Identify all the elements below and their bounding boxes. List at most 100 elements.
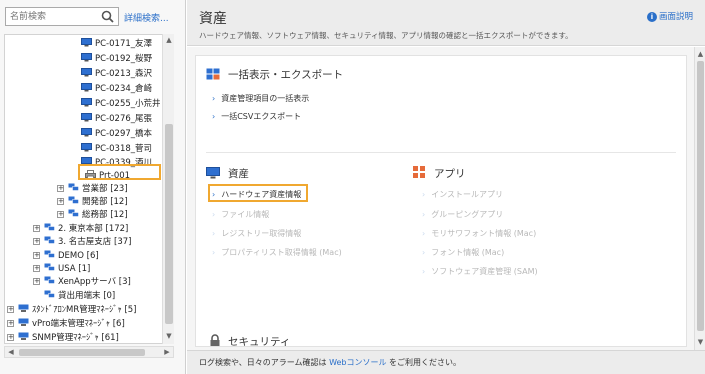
tree-node-label: PC-0255_小荒井 [95, 99, 161, 109]
lock-icon [210, 334, 220, 346]
link-grouping-apps[interactable]: › グルーピングアプリ [422, 209, 503, 220]
tree-node-pc[interactable]: PC-0192_桜野 [81, 53, 152, 65]
link-file-info[interactable]: › ファイル情報 [212, 209, 269, 220]
scroll-thumb[interactable] [19, 349, 145, 356]
tree-node-pc[interactable]: PC-0213_森沢 [81, 68, 152, 80]
page-title: 資産 [199, 11, 227, 27]
tree-node-label: 営業部 [23] [82, 184, 128, 194]
tree-node-group[interactable]: + 総務部 [12] [57, 209, 128, 221]
tree-node-group[interactable]: + 開発部 [12] [57, 196, 128, 208]
tree-node-manager[interactable]: + vPro端末管理ﾏﾈｰｼﾞｬ [6] [7, 318, 125, 330]
tree-node-label: 開発部 [12] [82, 197, 128, 207]
tree-node-pc[interactable]: PC-0297_橋本 [81, 128, 152, 140]
apps-icon [413, 166, 425, 178]
search-icon[interactable] [101, 10, 114, 23]
link-label: ファイル情報 [221, 210, 270, 219]
link-bulk-csv-export[interactable]: › 一括CSVエクスポート [212, 111, 301, 122]
search-box[interactable] [5, 7, 119, 26]
bulk-export-icon [206, 68, 220, 80]
tree-node-label: 3. 名古屋支店 [37] [58, 237, 132, 247]
scroll-thumb[interactable] [165, 124, 173, 324]
group-icon [44, 236, 55, 244]
tree-node-group[interactable]: + DEMO [6] [33, 250, 99, 262]
link-label: プロパティリスト取得情報 (Mac) [221, 248, 342, 257]
tree-node-label: PC-0171_友澤 [95, 39, 153, 49]
search-input[interactable] [6, 8, 100, 25]
tree-node-label: PC-0318_菅司 [95, 144, 153, 154]
group-icon [68, 209, 79, 217]
expand-toggle[interactable]: + [57, 211, 64, 218]
group-icon [44, 276, 55, 284]
page-header: 資産 ハードウェア情報、ソフトウェア情報、セキュリティ情報、アプリ情報の確認と一… [187, 0, 705, 46]
tree-horizontal-scrollbar[interactable]: ◀ ▶ [4, 346, 174, 358]
group-icon [44, 250, 55, 258]
expand-toggle[interactable]: + [33, 225, 40, 232]
monitor-icon [81, 98, 92, 107]
content-area: 一括表示・エクスポート › 資産管理項目の一括表示 › 一括CSVエクスポート 資産… [187, 47, 705, 350]
web-console-link[interactable]: Webコンソール [329, 358, 386, 367]
advanced-search-link[interactable]: 詳細検索... [124, 11, 169, 24]
tree-node-manager[interactable]: + SNMP管理ﾏﾈｰｼﾞｬ [61] [7, 332, 119, 343]
tree-node-label: PC-0276_尾張 [95, 114, 153, 124]
info-icon: i [646, 12, 657, 22]
expand-toggle[interactable]: + [57, 185, 64, 192]
page-description: ハードウェア情報、ソフトウェア情報、セキュリティ情報、アプリ情報の確認と一括エク… [199, 31, 573, 40]
group-icon [44, 223, 55, 231]
expand-toggle[interactable]: + [7, 334, 14, 341]
scroll-up-icon[interactable]: ▲ [695, 49, 705, 59]
tree-node-label: USA [1] [58, 264, 91, 274]
expand-toggle[interactable]: + [33, 278, 40, 285]
scroll-right-icon[interactable]: ▶ [162, 347, 172, 357]
link-software-asset-management[interactable]: › ソフトウェア資産管理 (SAM) [422, 266, 538, 277]
tree-node-label: 貸出用端末 [0] [58, 291, 116, 301]
tree-node-pc[interactable]: PC-0318_菅司 [81, 143, 152, 155]
section-title-apps: アプリ [434, 168, 466, 180]
scroll-down-icon[interactable]: ▼ [165, 332, 173, 340]
scroll-up-icon[interactable]: ▲ [165, 36, 173, 44]
group-icon [44, 290, 55, 298]
expand-toggle[interactable]: + [7, 320, 14, 327]
expand-toggle[interactable]: + [57, 198, 64, 205]
content-vertical-scrollbar[interactable]: ▲ ▼ [694, 47, 705, 350]
group-icon [68, 196, 79, 204]
expand-toggle[interactable]: + [33, 252, 40, 259]
tree-node-label: DEMO [6] [58, 251, 99, 261]
link-label: インストールアプリ [431, 190, 504, 199]
tree-vertical-scrollbar[interactable]: ▲ ▼ [162, 34, 174, 344]
tree-node-pc[interactable]: PC-0234_倉崎 [81, 83, 152, 95]
link-morisawa-fonts[interactable]: › モリサワフォント情報 (Mac) [422, 228, 536, 239]
manager-icon [18, 304, 29, 312]
expand-toggle[interactable]: + [7, 306, 14, 313]
expand-toggle[interactable]: + [33, 265, 40, 272]
monitor-icon [81, 68, 92, 77]
tree-node-group[interactable]: + 営業部 [23] [57, 183, 128, 195]
link-label: 一括CSVエクスポート [221, 112, 302, 121]
link-label: レジストリー取得情報 [221, 229, 302, 238]
scroll-thumb[interactable] [697, 61, 704, 331]
tree-node-group[interactable]: + 3. 名古屋支店 [37] [33, 236, 131, 248]
tree-node-pc[interactable]: PC-0171_友澤 [81, 38, 152, 50]
tree-node-label: PC-0192_桜野 [95, 54, 153, 64]
tree-node-group[interactable]: + USA [1] [33, 263, 90, 275]
expand-toggle[interactable]: + [33, 238, 40, 245]
link-font-info[interactable]: › フォント情報 (Mac) [422, 247, 504, 258]
scroll-left-icon[interactable]: ◀ [6, 347, 16, 357]
help-link[interactable]: i 画面説明 [646, 10, 693, 22]
tree-node-group[interactable]: + XenAppサーバ [3] [33, 276, 131, 288]
tree-node-group[interactable]: + 2. 東京本部 [172] [33, 223, 128, 235]
link-label: 資産管理項目の一括表示 [221, 94, 310, 103]
scroll-down-icon[interactable]: ▼ [695, 337, 705, 347]
tree-node-manager[interactable]: + ｽﾀﾝﾄﾞｱﾛﾝMR管理ﾏﾈｰｼﾞｬ [5] [7, 304, 136, 316]
link-bulk-display[interactable]: › 資産管理項目の一括表示 [212, 93, 309, 104]
link-installed-apps[interactable]: › インストールアプリ [422, 189, 503, 200]
manager-icon [18, 318, 29, 326]
tree-node-group[interactable]: 貸出用端末 [0] [44, 290, 115, 302]
tree-node-pc[interactable]: PC-0276_尾張 [81, 113, 152, 125]
link-registry-info[interactable]: › レジストリー取得情報 [212, 228, 301, 239]
monitor-icon [81, 113, 92, 122]
link-property-list-info[interactable]: › プロパティリスト取得情報 (Mac) [212, 247, 342, 258]
tree-node-label: ｽﾀﾝﾄﾞｱﾛﾝMR管理ﾏﾈｰｼﾞｬ [5] [32, 305, 137, 315]
tree-node-pc[interactable]: PC-0255_小荒井 [81, 98, 161, 110]
group-icon [44, 263, 55, 271]
left-panel: 詳細検索... PC-0171_友澤 PC-0192_桜野 PC-0213_森沢… [0, 0, 186, 374]
